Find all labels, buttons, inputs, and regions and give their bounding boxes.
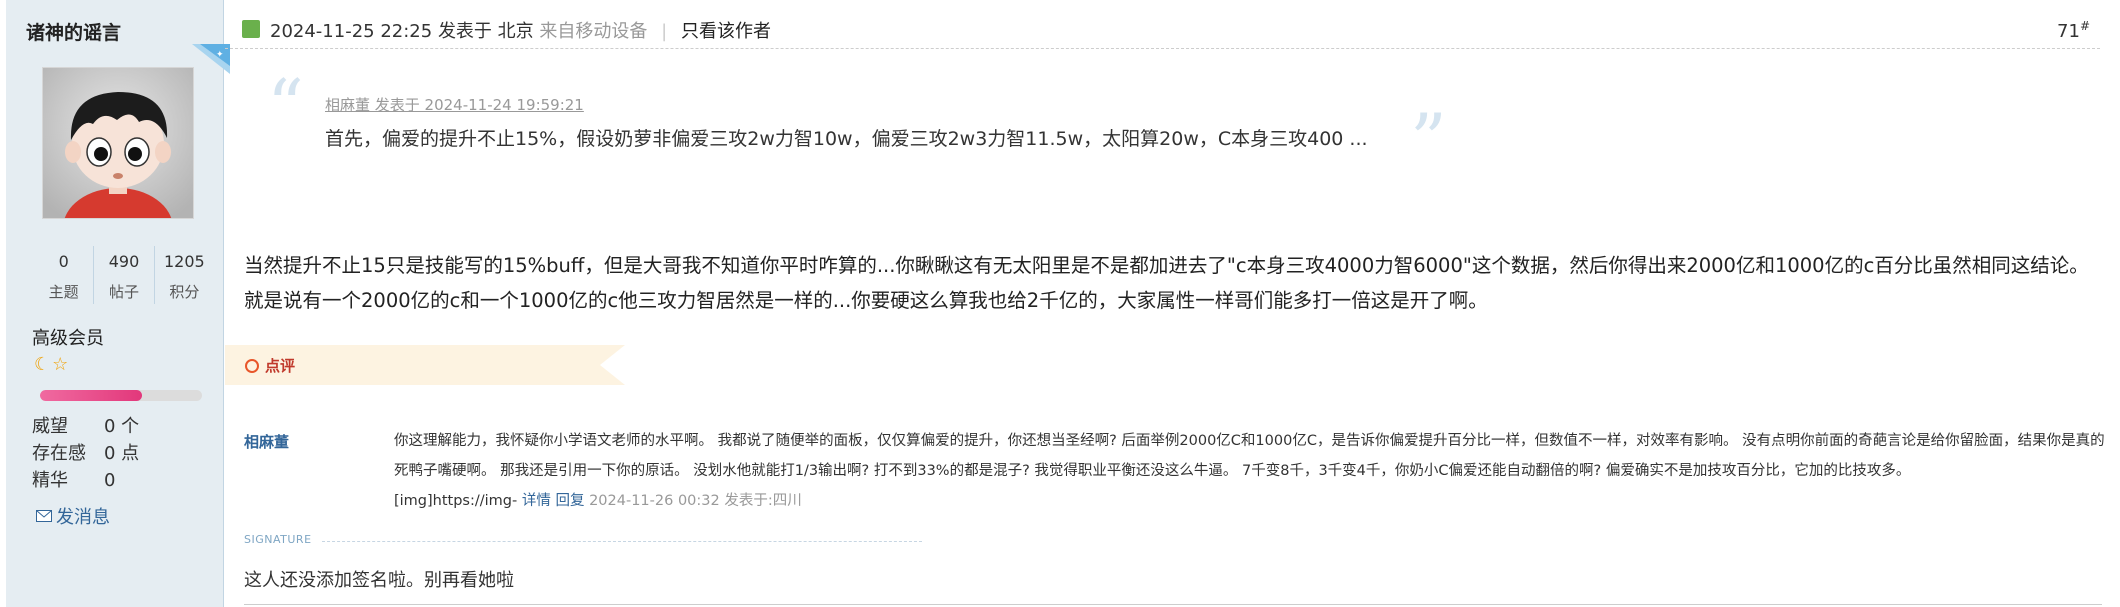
- review-section-header: 点评: [225, 345, 625, 385]
- user-group[interactable]: 高级会员: [32, 324, 104, 350]
- send-message-button[interactable]: 发消息: [36, 503, 110, 529]
- review-comment-author[interactable]: 相麻董: [244, 431, 289, 452]
- stat-credits[interactable]: 1205 积分: [155, 246, 214, 304]
- review-label: 点评: [245, 355, 295, 376]
- level-progress-fill: [40, 390, 143, 401]
- post-datetime: 2024-11-25 22:25: [270, 21, 433, 42]
- attr-digest: 精华 0: [32, 470, 116, 491]
- moon-icon: ☾: [34, 354, 51, 375]
- attr-presence: 存在感 0 点: [32, 443, 140, 464]
- meta-separator: |: [661, 21, 668, 42]
- post-header: 2024-11-25 22:25 发表于 北京 来自移动设备 | 只看该作者 7…: [225, 0, 2100, 49]
- signature-text: 这人还没添加签名啦。别再看她啦: [244, 570, 514, 591]
- svg-text:✦: ✦: [216, 50, 224, 60]
- review-comment-time: 2024-11-26 00:32 发表于:四川: [589, 493, 802, 509]
- floor-number[interactable]: 71#: [2057, 19, 2090, 42]
- review-comment-text: 你这理解能力，我怀疑你小学语文老师的水平啊。 我都说了随便举的面板，仅仅算偏爱的…: [394, 433, 2105, 509]
- post-meta: 2024-11-25 22:25 发表于 北京 来自移动设备 | 只看该作者: [270, 17, 771, 43]
- rank-icons: ☾ ☆: [34, 355, 68, 375]
- post-bottom-divider: [244, 604, 2102, 605]
- avatar[interactable]: [42, 67, 194, 219]
- username[interactable]: 诸神的谣言: [26, 18, 121, 45]
- stat-posts[interactable]: 490 帖子: [94, 246, 155, 304]
- stat-threads[interactable]: 0 主题: [34, 246, 95, 304]
- post-body: 当然提升不止15只是技能写的15%buff，但是大哥我不知道你平时咋算的...你…: [244, 254, 2089, 312]
- star-icon: ☆: [52, 354, 69, 375]
- quote-author-link[interactable]: 相麻董 发表于 2024-11-24 19:59:21: [325, 94, 584, 115]
- review-detail-link[interactable]: 详情: [522, 493, 551, 509]
- only-author-link[interactable]: 只看该作者: [681, 21, 771, 42]
- signature-label: SIGNATURE: [244, 533, 312, 546]
- user-stats: 0 主题 490 帖子 1205 积分: [34, 246, 214, 304]
- post-location: 发表于 北京: [437, 21, 534, 42]
- from-device-label: 来自移动设备: [539, 21, 648, 42]
- review-reply-link[interactable]: 回复: [555, 493, 584, 509]
- review-img-text: [img]https://img-: [394, 493, 518, 509]
- mail-icon: [36, 510, 52, 522]
- user-profile-panel: 诸神的谣言 ✦ 0 主题 490 帖子 1205 积分 高级会员 ☾ ☆ 威望 …: [0, 0, 230, 607]
- level-progress-bar: [40, 390, 202, 401]
- review-circle-icon: [245, 358, 259, 373]
- signature-divider: [322, 541, 922, 542]
- user-online-icon: [242, 20, 260, 38]
- avatar-cartoon-image: [43, 68, 193, 218]
- quote-close-icon: ”: [1410, 98, 1447, 182]
- quote-text: 首先，偏爱的提升不止15%，假设奶萝非偏爱三攻2w力智10w，偏爱三攻2w3力智…: [325, 128, 1368, 150]
- quote-open-icon: “: [267, 64, 304, 148]
- attr-prestige: 威望 0 个: [32, 416, 140, 437]
